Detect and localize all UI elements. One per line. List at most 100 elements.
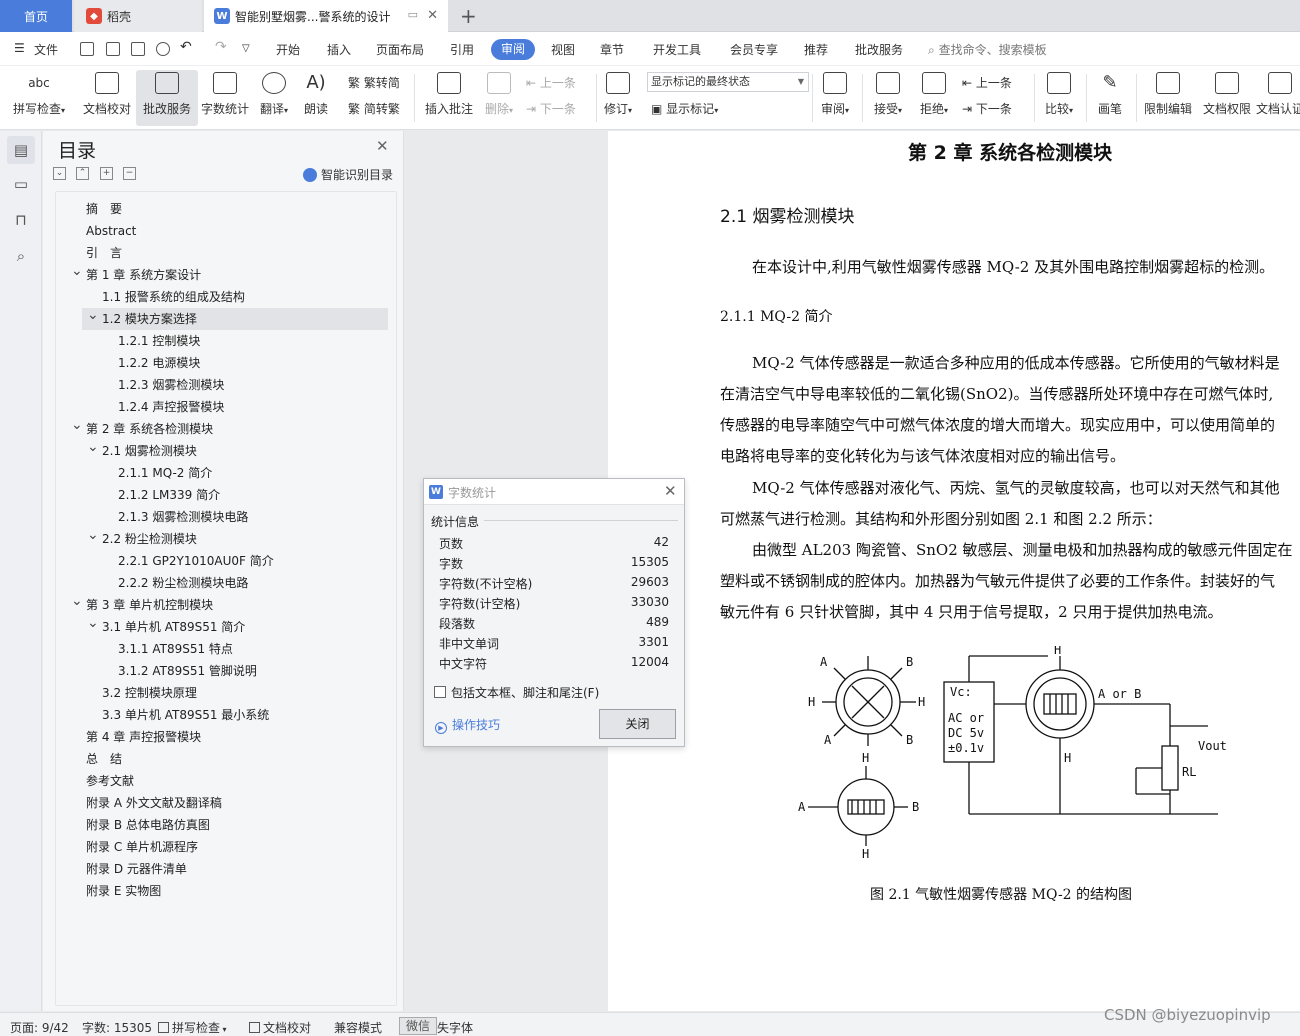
smart-toc-button[interactable]: 智能识别目录 xyxy=(303,166,393,183)
chevron-down-icon[interactable]: ⌄ xyxy=(71,590,83,612)
menu-member[interactable]: 会员专享 xyxy=(730,41,778,58)
chevron-down-icon[interactable]: ⌄ xyxy=(87,524,99,546)
menu-developer[interactable]: 开发工具 xyxy=(653,41,701,58)
page-indicator[interactable]: 页面: 9/42 xyxy=(10,1019,69,1036)
document-page[interactable]: 第 2 章 系统各检测模块 2.1 烟雾检测模块 在本设计中,利用气敏性烟雾传感… xyxy=(608,131,1300,1011)
missing-font-indicator[interactable]: 失字体 xyxy=(437,1019,473,1036)
toc-item[interactable]: 附录 A 外文文献及翻译稿 xyxy=(86,792,222,814)
read-aloud-button[interactable]: A) 朗读 xyxy=(296,70,336,126)
command-search[interactable]: ⌕ 查找命令、搜索模板 xyxy=(928,41,1047,58)
spell-check-button[interactable]: abc 拼写检查▾ xyxy=(8,70,70,126)
tips-link[interactable]: ▶ 操作技巧 xyxy=(435,716,500,734)
collapse-icon[interactable]: − xyxy=(123,167,136,180)
word-count-indicator[interactable]: 字数: 15305 xyxy=(82,1019,152,1036)
chevron-down-icon[interactable]: ⌄ xyxy=(71,414,83,436)
translate-button[interactable]: 翻译▾ xyxy=(248,70,300,126)
print-preview-icon[interactable] xyxy=(156,42,170,56)
restrict-edit-button[interactable]: 限制编辑 xyxy=(1138,70,1198,126)
trad-to-simp-button[interactable]: 繁 繁转简 xyxy=(348,74,400,91)
menu-references[interactable]: 引用 xyxy=(450,41,474,58)
chevron-down-icon[interactable]: ⌄ xyxy=(87,436,99,458)
collapse-all-icon[interactable]: ⌄ xyxy=(53,167,66,180)
export-pdf-icon[interactable] xyxy=(106,42,120,56)
find-icon[interactable]: ⌕ xyxy=(11,247,31,267)
close-tab-icon[interactable]: ✕ xyxy=(427,8,438,23)
review-pane-button[interactable]: 审阅▾ xyxy=(812,70,858,126)
toc-item[interactable]: ⌄ 2.1 烟雾检测模块 xyxy=(87,439,197,462)
chevron-down-icon[interactable]: ⌄ xyxy=(87,612,99,634)
undo-icon[interactable]: ↶ xyxy=(180,39,192,55)
toc-item[interactable]: 1.2.3 烟雾检测模块 xyxy=(118,374,224,396)
prev-comment-button[interactable]: ⇤ 上一条 xyxy=(526,74,576,91)
toc-item[interactable]: 1.2.4 声控报警模块 xyxy=(118,396,224,418)
toc-item[interactable]: ⌄ 第 3 章 单片机控制模块 xyxy=(71,593,213,616)
toc-item[interactable]: 1.2.2 电源模块 xyxy=(118,352,200,374)
toc-item[interactable]: ⌄ 第 1 章 系统方案设计 xyxy=(71,263,201,286)
next-comment-button[interactable]: ⇥ 下一条 xyxy=(526,100,576,117)
hamburger-icon[interactable]: ☰ xyxy=(14,41,25,55)
doc-proofread-status[interactable]: 文档校对 xyxy=(249,1019,311,1036)
toc-item[interactable]: 第 4 章 声控报警模块 xyxy=(86,726,201,748)
toc-item[interactable]: 3.2 控制模块原理 xyxy=(102,682,197,704)
tab-document[interactable]: W 智能别墅烟雾...警系统的设计 ▭ ✕ xyxy=(204,0,448,32)
menu-recommend[interactable]: 推荐 xyxy=(804,41,828,58)
toc-item[interactable]: 附录 C 单片机源程序 xyxy=(86,836,198,858)
toc-item[interactable]: 3.3 单片机 AT89S51 最小系统 xyxy=(102,704,269,726)
word-count-button[interactable]: 字数统计 xyxy=(194,70,256,126)
menu-page-layout[interactable]: 页面布局 xyxy=(376,41,424,58)
toc-item[interactable]: 附录 D 元器件清单 xyxy=(86,858,187,880)
toc-item[interactable]: 2.1.3 烟雾检测模块电路 xyxy=(118,506,248,528)
show-markup-button[interactable]: ▣ 显示标记▾ xyxy=(651,100,718,117)
toc-item[interactable]: 3.1.1 AT89S51 特点 xyxy=(118,638,233,660)
close-icon[interactable]: ✕ xyxy=(376,137,389,155)
close-icon[interactable]: ✕ xyxy=(664,482,677,500)
menu-review[interactable]: 审阅 xyxy=(491,39,535,60)
dialog-titlebar[interactable]: W 字数统计 ✕ xyxy=(424,479,684,505)
doc-auth-button[interactable]: 文档认证 xyxy=(1256,70,1300,126)
expand-icon[interactable]: + xyxy=(100,167,113,180)
toc-item[interactable]: 总 结 xyxy=(86,748,122,770)
toc-item[interactable]: 1.2.1 控制模块 xyxy=(118,330,200,352)
track-changes-button[interactable]: 修订▾ xyxy=(598,70,638,126)
compare-button[interactable]: 比较▾ xyxy=(1036,70,1082,126)
toc-item[interactable]: 摘 要 xyxy=(86,198,122,220)
markup-state-dropdown[interactable]: 显示标记的最终状态 ▼ xyxy=(647,72,809,92)
doc-rights-button[interactable]: 文档权限 xyxy=(1198,70,1256,126)
toc-item[interactable]: 2.1.2 LM339 简介 xyxy=(118,484,220,506)
menu-start[interactable]: 开始 xyxy=(276,41,300,58)
chevron-down-icon[interactable]: ⌄ xyxy=(87,304,99,326)
chapter-nav-icon[interactable]: ▭ xyxy=(11,175,31,195)
print-icon[interactable] xyxy=(131,42,145,56)
quick-access-more-icon[interactable]: ▽ xyxy=(242,43,250,54)
expand-up-icon[interactable]: ⌃ xyxy=(76,167,89,180)
simp-to-trad-button[interactable]: 繁 简转繁 xyxy=(348,100,400,117)
insert-comment-button[interactable]: 插入批注 xyxy=(418,70,480,126)
next-change-button[interactable]: ⇥ 下一条 xyxy=(962,100,1012,117)
toc-item[interactable]: ⌄ 3.1 单片机 AT89S51 简介 xyxy=(87,615,245,638)
menu-file[interactable]: 文件 xyxy=(34,41,58,58)
reject-button[interactable]: 拒绝▾ xyxy=(912,70,956,126)
tab-daoke[interactable]: ◆ 稻壳 xyxy=(74,0,202,32)
toc-item[interactable]: ⌄ 第 2 章 系统各检测模块 xyxy=(71,417,213,440)
accept-button[interactable]: 接受▾ xyxy=(866,70,910,126)
spell-check-status[interactable]: 拼写检查 ▾ xyxy=(158,1019,227,1036)
include-textbox-checkbox[interactable] xyxy=(434,686,446,698)
save-icon[interactable] xyxy=(80,42,94,56)
toc-item[interactable]: 参考文献 xyxy=(86,770,134,792)
redo-icon[interactable]: ↷ xyxy=(215,39,227,55)
toc-item[interactable]: Abstract xyxy=(86,220,136,242)
toc-item[interactable]: ⌄ 1.2 模块方案选择 xyxy=(82,307,388,330)
pin-icon[interactable]: ▭ xyxy=(408,8,418,21)
menu-view[interactable]: 视图 xyxy=(551,41,575,58)
toc-item[interactable]: 附录 E 实物图 xyxy=(86,880,161,902)
prev-change-button[interactable]: ⇤ 上一条 xyxy=(962,74,1012,91)
correction-service-button[interactable]: 批改服务 xyxy=(136,70,198,126)
new-tab-icon[interactable]: + xyxy=(460,4,477,28)
toc-item[interactable]: 3.1.2 AT89S51 管脚说明 xyxy=(118,660,257,682)
menu-insert[interactable]: 插入 xyxy=(327,41,351,58)
wechat-badge[interactable]: 微信 xyxy=(399,1017,437,1035)
close-button[interactable]: 关闭 xyxy=(599,709,676,739)
tab-home[interactable]: 首页 xyxy=(0,0,72,32)
toc-item[interactable]: 1.1 报警系统的组成及结构 xyxy=(102,286,245,308)
delete-comment-button[interactable]: 删除▾ xyxy=(474,70,524,126)
